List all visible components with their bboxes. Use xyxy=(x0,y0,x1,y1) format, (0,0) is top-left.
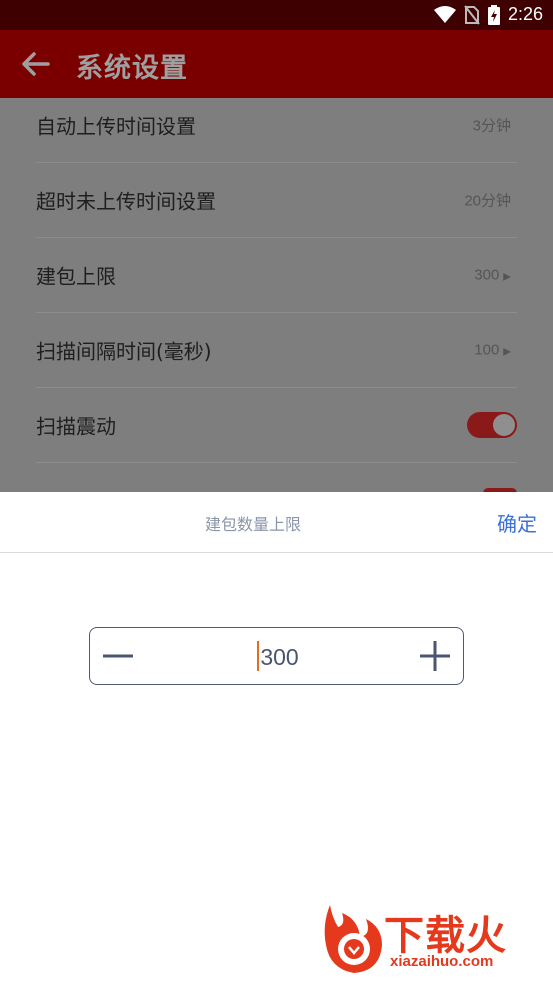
setting-label: 自动上传时间设置 xyxy=(36,114,196,139)
limit-dialog: 建包数量上限 确定 下载火 xiazaihuo.com xyxy=(0,492,553,983)
toggle-knob xyxy=(493,414,515,436)
status-time: 2:26 xyxy=(507,4,543,24)
setting-value: 300 ▶ xyxy=(474,266,511,284)
setting-label: 扫描震动 xyxy=(36,414,116,439)
setting-value: 20分钟 xyxy=(464,192,511,210)
arrow-left-icon xyxy=(22,52,50,76)
quantity-input[interactable] xyxy=(150,636,409,678)
watermark-text-en: xiazaihuo.com xyxy=(390,953,494,970)
settings-list: 自动上传时间设置 3分钟 超时未上传时间设置 20分钟 建包上限 300 ▶ 扫描… xyxy=(0,98,553,492)
setting-package-limit[interactable]: 建包上限 300 ▶ xyxy=(36,238,517,313)
setting-label: 建包上限 xyxy=(36,264,116,289)
app-bar: 系统设置 xyxy=(0,30,553,98)
no-sim-icon xyxy=(464,4,480,25)
wifi-icon xyxy=(433,5,456,23)
confirm-button[interactable]: 确定 xyxy=(497,508,537,537)
setting-timeout-upload-time[interactable]: 超时未上传时间设置 20分钟 xyxy=(36,163,517,238)
dialog-title: 建包数量上限 xyxy=(204,515,301,534)
decrement-button[interactable] xyxy=(100,638,136,674)
setting-label: 超时未上传时间设置 xyxy=(36,189,216,214)
quantity-stepper xyxy=(89,627,464,685)
status-bar: 2:26 xyxy=(0,0,553,30)
setting-label: 扫描间隔时间(毫秒) xyxy=(36,339,212,364)
caret-right-icon: ▶ xyxy=(503,271,511,283)
battery-charging-icon xyxy=(487,4,500,25)
scan-vibrate-toggle[interactable] xyxy=(467,412,517,438)
plus-icon xyxy=(420,641,450,671)
dialog-header: 建包数量上限 确定 xyxy=(0,492,553,553)
increment-button[interactable] xyxy=(417,638,453,674)
setting-auto-upload-time[interactable]: 自动上传时间设置 3分钟 xyxy=(36,98,517,163)
setting-value: 3分钟 xyxy=(472,117,511,135)
status-icons: 2:26 xyxy=(433,4,543,25)
flame-logo-icon xyxy=(324,905,382,973)
page-title: 系统设置 xyxy=(76,53,188,84)
setting-value: 100 ▶ xyxy=(474,341,511,359)
caret-right-icon: ▶ xyxy=(503,346,511,358)
back-button[interactable] xyxy=(20,50,52,78)
text-cursor xyxy=(257,641,259,671)
setting-scan-vibrate: 扫描震动 xyxy=(36,388,517,463)
setting-scan-interval[interactable]: 扫描间隔时间(毫秒) 100 ▶ xyxy=(36,313,517,388)
minus-icon xyxy=(103,654,133,658)
watermark-logo: 下载火 xiazaihuo.com xyxy=(320,903,545,975)
